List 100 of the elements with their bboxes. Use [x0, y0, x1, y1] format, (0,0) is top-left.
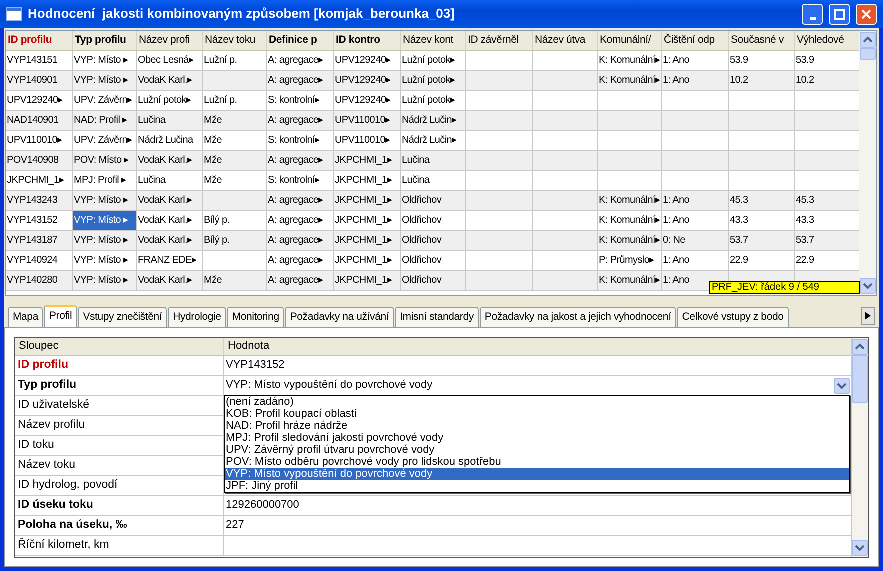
table-cell[interactable]: P: Průmyslo▸ — [598, 253, 656, 268]
table-cell[interactable]: UPV: Závěrn▸ — [73, 93, 134, 108]
column-header[interactable]: Komunální/ — [600, 32, 652, 48]
combo-box[interactable]: VYP: Místo vypouštění do povrchové vody — [224, 376, 851, 395]
dropdown-option[interactable]: NAD: Profil hráze nádrže — [225, 420, 849, 432]
table-cell[interactable]: JKPCHMI_1▸ — [334, 153, 394, 168]
table-cell[interactable]: K: Komunální▸ — [598, 73, 662, 88]
table-cell[interactable]: NAD: Profil ▸ — [73, 113, 128, 128]
table-cell[interactable]: VYP: Místo ▸ — [73, 53, 130, 68]
table-cell[interactable]: K: Komunální▸ — [598, 193, 662, 208]
table-cell[interactable]: UPV129240▸ — [334, 93, 392, 108]
column-header[interactable]: Název útva — [535, 32, 586, 48]
table-cell[interactable]: VYP140901 — [6, 73, 59, 88]
table-cell[interactable]: A: agregace▸ — [267, 213, 324, 228]
table-cell[interactable]: Lučina — [137, 173, 167, 188]
table-cell[interactable]: Lučina — [401, 173, 431, 188]
table-cell[interactable]: UPV129240▸ — [334, 53, 392, 68]
column-header[interactable]: Název kont — [403, 32, 454, 48]
column-header[interactable]: Čištění odp — [664, 32, 715, 48]
table-cell[interactable]: 22.9 — [729, 253, 750, 268]
tab-scroll-button[interactable] — [861, 307, 875, 325]
scroll-thumb[interactable] — [852, 355, 868, 403]
table-cell[interactable]: K: Komunální▸ — [598, 53, 662, 68]
table-cell[interactable]: Lužní p. — [203, 93, 238, 108]
table-cell[interactable]: Oldřichov — [401, 273, 443, 288]
table-cell[interactable]: 1: Ano — [662, 213, 691, 228]
table-cell[interactable]: Lužní potok▸ — [401, 73, 456, 88]
table-cell[interactable]: Mže — [203, 113, 223, 128]
table-cell[interactable]: 53.7 — [729, 233, 750, 248]
scroll-down-button[interactable] — [860, 278, 876, 294]
table-cell[interactable]: UPV129240▸ — [334, 73, 392, 88]
table-cell[interactable]: JKPCHMI_1▸ — [334, 213, 394, 228]
table-cell[interactable]: Lučina — [137, 113, 167, 128]
table-cell[interactable]: 10.2 — [795, 73, 816, 88]
scroll-thumb[interactable] — [860, 48, 876, 60]
table-cell[interactable]: UPV: Závěrn▸ — [73, 133, 134, 148]
table-cell[interactable]: 1: Ano — [662, 193, 691, 208]
table-cell[interactable]: Nádrž Lučin▸ — [401, 113, 458, 128]
column-header[interactable]: Název toku — [205, 32, 256, 48]
table-cell[interactable]: Lužní potok▸ — [401, 93, 456, 108]
table-cell[interactable]: Mže — [203, 273, 223, 288]
table-cell[interactable]: VYP: Místo ▸ — [73, 253, 130, 268]
tab[interactable]: Požadavky na jakost a jejich vyhodnocení — [480, 307, 676, 327]
table-cell[interactable]: FRANZ EDE▸ — [137, 253, 198, 268]
tab[interactable]: Vstupy znečištění — [78, 307, 168, 327]
table-cell[interactable]: 10.2 — [729, 73, 750, 88]
table-cell[interactable]: JKPCHMI_1▸ — [334, 273, 394, 288]
scroll-up-button[interactable] — [860, 32, 876, 48]
table-cell[interactable]: VYP143152 — [6, 213, 59, 228]
table-cell[interactable]: Lučina — [401, 153, 431, 168]
column-header[interactable]: Definice p — [269, 32, 318, 48]
table-cell[interactable]: K: Komunální▸ — [598, 273, 662, 288]
close-button[interactable] — [856, 4, 877, 24]
dropdown-option[interactable]: JPF: Jiný profil — [225, 480, 849, 492]
column-header[interactable]: Typ profilu — [75, 32, 126, 48]
table-cell[interactable]: 22.9 — [795, 253, 816, 268]
tab[interactable]: Mapa — [8, 307, 44, 327]
table-cell[interactable]: Mže — [203, 173, 223, 188]
column-header[interactable]: Název profi — [139, 32, 190, 48]
table-cell[interactable]: K: Komunální▸ — [598, 213, 662, 228]
table-cell[interactable]: Obec Lesná▸ — [137, 53, 195, 68]
table-cell[interactable]: Lužní potok▸ — [401, 53, 456, 68]
scrollbar[interactable] — [859, 31, 876, 295]
minimize-button[interactable] — [802, 4, 823, 24]
dropdown-option[interactable]: VYP: Místo vypouštění do povrchové vody — [225, 468, 849, 480]
table-cell[interactable]: VodaK Karl.▸ — [137, 233, 194, 248]
tab[interactable]: Profil — [44, 305, 78, 327]
table-cell[interactable]: 0: Ne — [662, 233, 686, 248]
table-cell[interactable]: 1: Ano — [662, 253, 691, 268]
table-cell[interactable]: Mže — [203, 153, 223, 168]
dropdown-option[interactable]: POV: Místo odběru povrchové vody pro lidskou spotřebu — [225, 456, 849, 468]
table-cell[interactable]: UPV129240▸ — [6, 93, 64, 108]
table-cell[interactable]: S: kontrolní▸ — [267, 173, 321, 188]
table-cell[interactable]: Nádrž Lučina — [137, 133, 194, 148]
table-cell[interactable]: 53.9 — [729, 53, 750, 68]
tab[interactable]: Celkové vstupy z bodo — [677, 307, 789, 327]
scroll-up-button[interactable] — [852, 339, 868, 355]
table-cell[interactable]: A: agregace▸ — [267, 253, 324, 268]
table-cell[interactable]: Mže — [203, 133, 223, 148]
table-cell[interactable]: VYP143243 — [6, 193, 59, 208]
table-cell[interactable]: VodaK Karl.▸ — [137, 213, 194, 228]
table-cell[interactable]: A: agregace▸ — [267, 233, 324, 248]
scrollbar[interactable] — [851, 338, 868, 557]
table-cell[interactable]: 43.3 — [795, 213, 816, 228]
table-cell[interactable]: VYP140924 — [6, 253, 59, 268]
table-cell[interactable]: Oldřichov — [401, 213, 443, 228]
dropdown-option[interactable]: UPV: Závěrný profil útvaru povrchové vody — [225, 444, 849, 456]
table-cell[interactable]: 45.3 — [795, 193, 816, 208]
table-cell[interactable]: 1: Ano — [662, 53, 691, 68]
table-cell[interactable]: Bílý p. — [203, 213, 231, 228]
table-cell[interactable]: POV140908 — [6, 153, 60, 168]
table-cell[interactable]: Oldřichov — [401, 233, 443, 248]
table-cell[interactable]: MPJ: Profil ▸ — [73, 173, 128, 188]
column-header[interactable]: ID kontro — [336, 32, 380, 48]
table-cell[interactable]: VYP: Místo ▸ — [73, 73, 130, 88]
table-cell[interactable]: POV: Místo ▸ — [73, 153, 130, 168]
table-cell[interactable]: A: agregace▸ — [267, 73, 324, 88]
table-cell[interactable]: VYP140280 — [6, 273, 59, 288]
table-cell[interactable]: A: agregace▸ — [267, 273, 324, 288]
table-cell[interactable]: VodaK Karl.▸ — [137, 153, 194, 168]
